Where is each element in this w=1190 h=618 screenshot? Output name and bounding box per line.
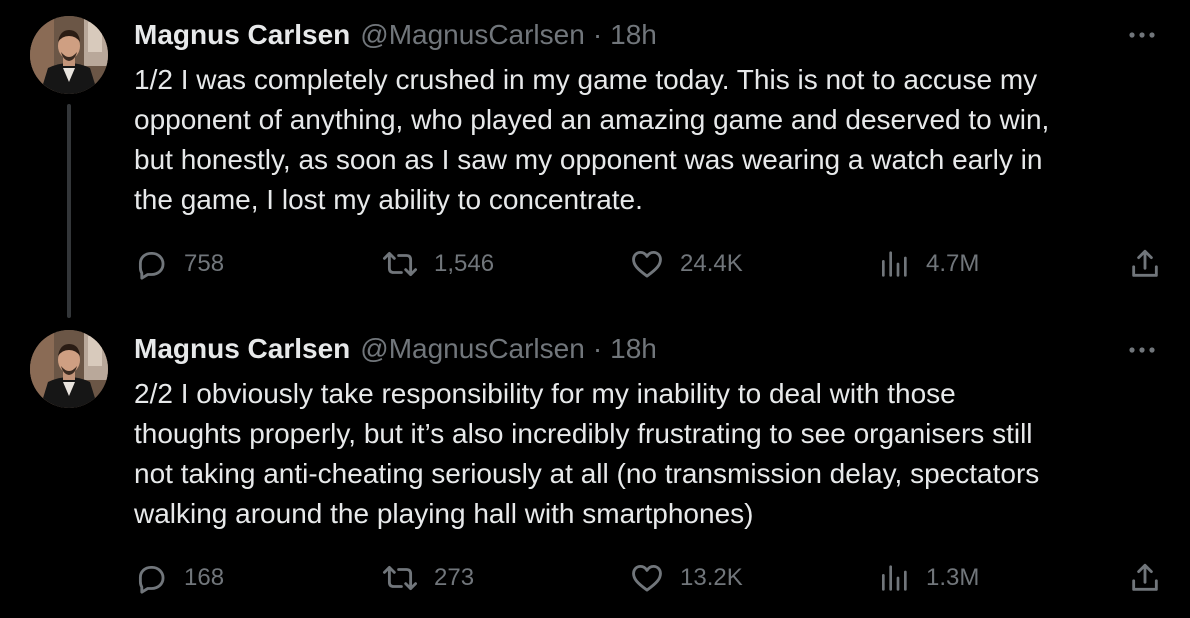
views-icon [878, 247, 910, 281]
action-bar: 758 1,546 24.4K 4.7M [134, 244, 1162, 284]
tweet-text-line: 1/2 I was completely crushed in my game … [134, 64, 1038, 95]
header-separator: · [592, 333, 603, 364]
like-count: 13.2K [680, 564, 743, 591]
tweet-text-line: but honestly, as soon as I saw my oppone… [134, 144, 1043, 175]
share-icon [1128, 247, 1162, 281]
reply-count: 168 [184, 564, 225, 591]
more-icon [1128, 26, 1156, 44]
author-handle[interactable]: @MagnusCarlsen [360, 19, 585, 51]
avatar[interactable] [30, 16, 108, 94]
share-button[interactable] [1128, 558, 1162, 598]
tweet[interactable]: Magnus Carlsen @MagnusCarlsen · 18h 1/2 … [0, 0, 1190, 310]
tweet-text: 2/2 I obviously take responsibility for … [134, 374, 1164, 534]
tweet-text: 1/2 I was completely crushed in my game … [134, 60, 1164, 220]
reply-count: 758 [184, 250, 225, 277]
timestamp[interactable]: 18h [610, 19, 657, 51]
like-count: 24.4K [680, 250, 743, 277]
share-button[interactable] [1128, 244, 1162, 284]
tweet-header: Magnus Carlsen @MagnusCarlsen · 18h [134, 329, 657, 369]
author-name[interactable]: Magnus Carlsen [134, 19, 350, 51]
retweet-button[interactable]: 1,546 [382, 244, 494, 284]
reply-button[interactable]: 168 [134, 558, 224, 598]
tweet-text-line: 2/2 I obviously take responsibility for … [134, 378, 956, 409]
avatar[interactable] [30, 330, 108, 408]
reply-icon [134, 247, 168, 281]
author-name[interactable]: Magnus Carlsen [134, 333, 350, 365]
more-icon [1128, 341, 1156, 359]
retweet-button[interactable]: 273 [382, 558, 474, 598]
action-bar: 168 273 13.2K 1.3M [134, 558, 1162, 598]
more-options-button[interactable] [1124, 17, 1160, 53]
views-button[interactable]: 1.3M [878, 558, 979, 598]
share-icon [1128, 561, 1162, 595]
retweet-icon [382, 561, 418, 595]
reply-icon [134, 561, 168, 595]
view-count: 1.3M [926, 564, 980, 591]
tweet-text-line: not taking anti-cheating seriously at al… [134, 458, 1040, 489]
tweet-text-line: opponent of anything, who played an amaz… [134, 104, 1050, 135]
more-options-button[interactable] [1124, 332, 1160, 368]
views-button[interactable]: 4.7M [878, 244, 979, 284]
views-icon [878, 561, 910, 595]
tweet-text-line: the game, I lost my ability to concentra… [134, 184, 643, 215]
heart-icon [630, 561, 664, 595]
like-button[interactable]: 24.4K [630, 244, 743, 284]
retweet-icon [382, 247, 418, 281]
like-button[interactable]: 13.2K [630, 558, 743, 598]
tweet-text-line: walking around the playing hall with sma… [134, 498, 754, 529]
reply-button[interactable]: 758 [134, 244, 224, 284]
view-count: 4.7M [926, 250, 980, 277]
retweet-count: 273 [434, 564, 475, 591]
tweet[interactable]: Magnus Carlsen @MagnusCarlsen · 18h 2/2 … [0, 310, 1190, 618]
tweet-header: Magnus Carlsen @MagnusCarlsen · 18h [134, 15, 657, 55]
retweet-count: 1,546 [434, 250, 495, 277]
heart-icon [630, 247, 664, 281]
author-handle[interactable]: @MagnusCarlsen [360, 333, 585, 365]
timestamp[interactable]: 18h [610, 333, 657, 365]
header-separator: · [592, 19, 603, 50]
tweet-text-line: thoughts properly, but it’s also incredi… [134, 418, 1033, 449]
